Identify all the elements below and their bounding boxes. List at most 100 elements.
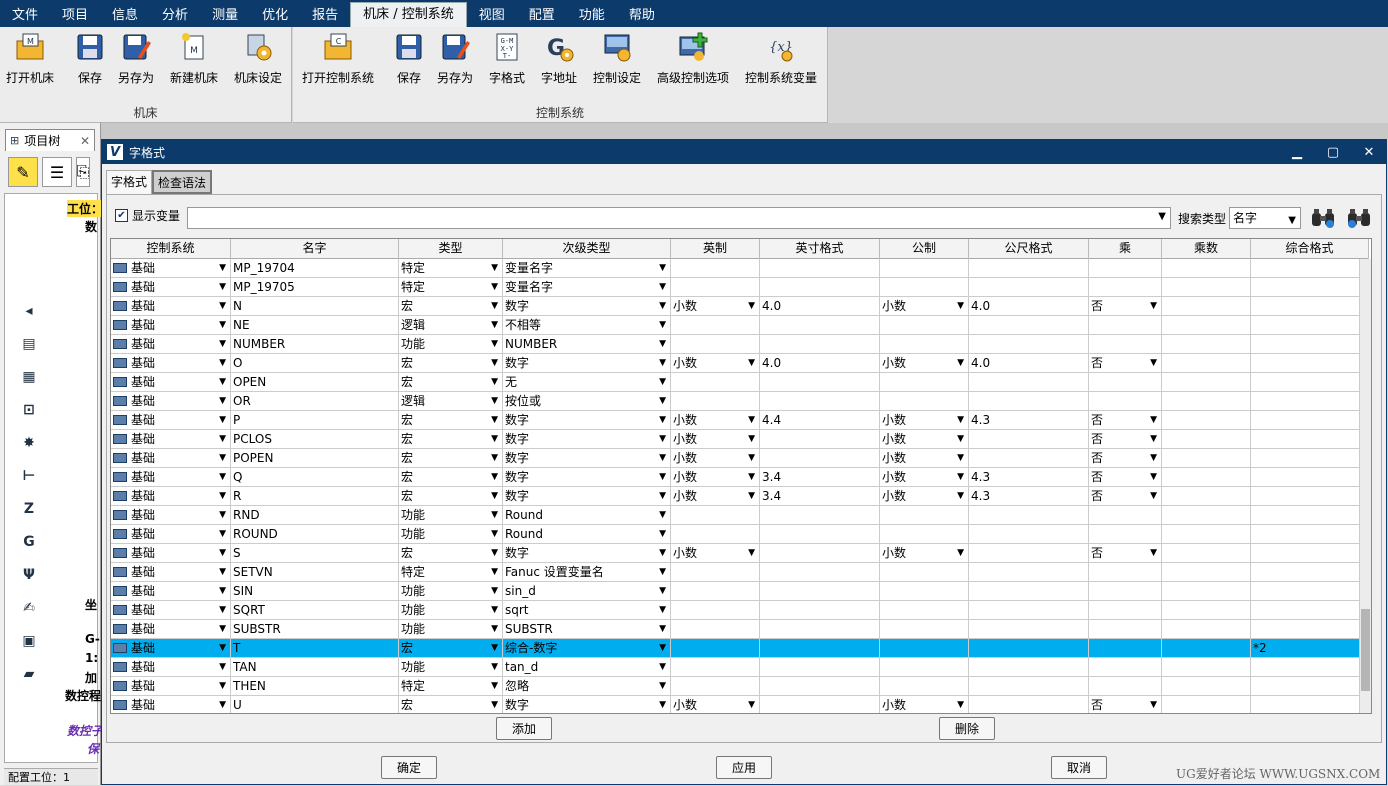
chevron-down-icon[interactable]: ▼ <box>219 449 226 467</box>
table-cell[interactable] <box>1251 563 1369 582</box>
table-cell[interactable] <box>969 373 1089 392</box>
chevron-down-icon[interactable]: ▼ <box>659 582 666 600</box>
chevron-down-icon[interactable]: ▼ <box>1150 354 1157 372</box>
table-cell[interactable]: 基础 ▼ <box>111 582 231 601</box>
chevron-down-icon[interactable]: ▼ <box>491 677 498 695</box>
chevron-down-icon[interactable]: ▼ <box>491 430 498 448</box>
menu-item[interactable]: 功能 <box>567 2 617 27</box>
tree-item-3[interactable]: G- <box>85 632 100 646</box>
table-cell[interactable]: 小数 ▼ <box>671 411 760 430</box>
chevron-down-icon[interactable]: ▼ <box>957 449 964 467</box>
table-cell[interactable]: 3.4 <box>760 487 880 506</box>
machine-icon[interactable]: ▤ <box>16 331 42 357</box>
table-cell[interactable]: NE <box>231 316 399 335</box>
table-cell[interactable]: 否 ▼ <box>1089 449 1162 468</box>
table-cell[interactable]: R <box>231 487 399 506</box>
table-cell[interactable]: 否 ▼ <box>1089 411 1162 430</box>
table-cell[interactable]: SUBSTR <box>231 620 399 639</box>
chevron-down-icon[interactable]: ▼ <box>659 563 666 581</box>
table-cell[interactable] <box>1162 430 1251 449</box>
table-cell[interactable] <box>1089 373 1162 392</box>
chevron-down-icon[interactable]: ▼ <box>491 373 498 391</box>
table-cell[interactable] <box>969 316 1089 335</box>
minimize-icon[interactable]: ▁ <box>1290 145 1304 160</box>
table-cell[interactable] <box>671 278 760 297</box>
table-row[interactable]: 基础 ▼ POPEN 宏 ▼ 数字 ▼ 小数 ▼ 小数 ▼ 否 ▼ <box>111 449 1369 468</box>
table-cell[interactable] <box>1089 677 1162 696</box>
tree-item-1[interactable]: 数 <box>85 218 97 235</box>
table-cell[interactable]: 否 ▼ <box>1089 297 1162 316</box>
table-row[interactable]: 基础 ▼ Q 宏 ▼ 数字 ▼ 小数 ▼ 3.4 小数 ▼ 4.3 否 ▼ <box>111 468 1369 487</box>
column-header[interactable]: 公制 <box>880 239 969 259</box>
column-header[interactable]: 类型 <box>399 239 503 259</box>
table-cell[interactable] <box>760 601 880 620</box>
ribbon-button[interactable]: G-M X-Y T- 字格式 <box>489 31 525 86</box>
table-cell[interactable] <box>1251 620 1369 639</box>
table-cell[interactable] <box>1251 392 1369 411</box>
find-previous-icon[interactable] <box>1345 204 1373 232</box>
table-cell[interactable] <box>1251 335 1369 354</box>
table-cell[interactable]: 基础 ▼ <box>111 373 231 392</box>
table-cell[interactable]: O <box>231 354 399 373</box>
menu-item[interactable]: 配置 <box>517 2 567 27</box>
table-cell[interactable]: 基础 ▼ <box>111 297 231 316</box>
table-cell[interactable]: ROUND <box>231 525 399 544</box>
table-cell[interactable]: 否 ▼ <box>1089 487 1162 506</box>
table-row[interactable]: 基础 ▼ MP_19704 特定 ▼ 变量名字 ▼ <box>111 259 1369 278</box>
table-cell[interactable] <box>880 392 969 411</box>
chevron-down-icon[interactable]: ▼ <box>659 392 666 410</box>
nc-program-icon[interactable]: ✍ <box>16 595 42 621</box>
table-cell[interactable] <box>1251 449 1369 468</box>
table-row[interactable]: 基础 ▼ SETVN 特定 ▼ Fanuc 设置变量名 ▼ <box>111 563 1369 582</box>
chevron-down-icon[interactable]: ▼ <box>491 449 498 467</box>
chevron-down-icon[interactable]: ▼ <box>491 506 498 524</box>
ok-button[interactable]: 确定 <box>381 756 437 779</box>
table-cell[interactable] <box>1162 544 1251 563</box>
chevron-down-icon[interactable]: ▼ <box>219 392 226 410</box>
table-cell[interactable]: 4.0 <box>969 354 1089 373</box>
table-cell[interactable]: 基础 ▼ <box>111 259 231 278</box>
chevron-down-icon[interactable]: ▼ <box>659 601 666 619</box>
search-type-select[interactable]: 名字 ▼ <box>1229 207 1301 229</box>
menu-item[interactable]: 视图 <box>467 2 517 27</box>
chevron-down-icon[interactable]: ▼ <box>748 544 755 562</box>
table-cell[interactable]: 逻辑 ▼ <box>399 392 503 411</box>
table-cell[interactable] <box>760 544 880 563</box>
table-cell[interactable] <box>1251 373 1369 392</box>
table-cell[interactable] <box>1162 392 1251 411</box>
find-next-icon[interactable] <box>1309 204 1337 232</box>
chevron-down-icon[interactable]: ▼ <box>219 525 226 543</box>
table-cell[interactable] <box>1162 354 1251 373</box>
table-cell[interactable] <box>760 582 880 601</box>
maximize-icon[interactable]: ▢ <box>1326 145 1340 160</box>
chevron-down-icon[interactable]: ▼ <box>491 658 498 676</box>
table-cell[interactable]: 特定 ▼ <box>399 677 503 696</box>
table-cell[interactable] <box>671 620 760 639</box>
show-variables-checkbox[interactable]: ✔ <box>115 209 128 222</box>
table-cell[interactable] <box>671 259 760 278</box>
table-cell[interactable] <box>1089 278 1162 297</box>
chevron-down-icon[interactable]: ▼ <box>659 297 666 315</box>
table-cell[interactable] <box>969 696 1089 713</box>
table-cell[interactable]: 基础 ▼ <box>111 487 231 506</box>
table-cell[interactable]: 综合-数字 ▼ <box>503 639 671 658</box>
close-icon[interactable]: ✕ <box>80 134 90 148</box>
table-cell[interactable] <box>1089 620 1162 639</box>
table-cell[interactable] <box>760 373 880 392</box>
chevron-down-icon[interactable]: ▼ <box>219 335 226 353</box>
chevron-down-icon[interactable]: ▼ <box>659 449 666 467</box>
tab-word-format[interactable]: 字格式 <box>106 170 153 194</box>
table-cell[interactable]: 数字 ▼ <box>503 449 671 468</box>
chevron-down-icon[interactable]: ▼ <box>491 544 498 562</box>
chevron-down-icon[interactable]: ▼ <box>659 278 666 296</box>
table-cell[interactable] <box>1162 563 1251 582</box>
table-cell[interactable]: Round ▼ <box>503 525 671 544</box>
chevron-down-icon[interactable]: ▼ <box>659 354 666 372</box>
table-cell[interactable] <box>969 639 1089 658</box>
table-cell[interactable]: 基础 ▼ <box>111 620 231 639</box>
table-cell[interactable]: 数字 ▼ <box>503 468 671 487</box>
table-cell[interactable]: 数字 ▼ <box>503 297 671 316</box>
table-cell[interactable] <box>760 658 880 677</box>
chevron-down-icon[interactable]: ▼ <box>491 639 498 657</box>
table-cell[interactable]: 4.3 <box>969 411 1089 430</box>
